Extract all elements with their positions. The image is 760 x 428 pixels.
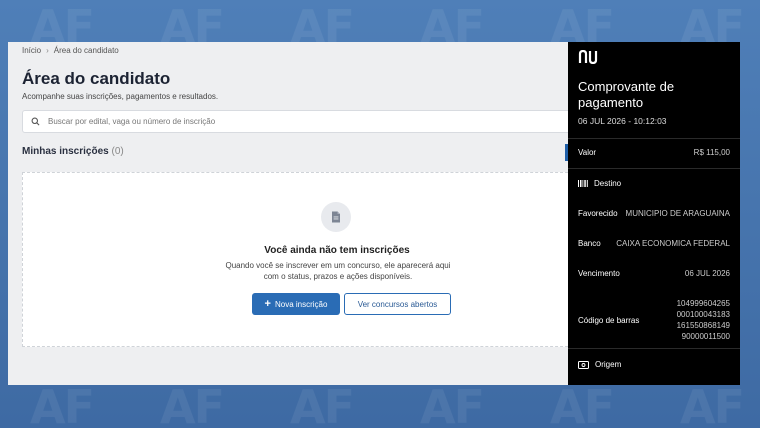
document-icon [321,202,351,232]
page-title: Área do candidato [22,69,171,88]
valor-value: R$ 115,00 [693,148,730,157]
watermark-logo: AF [420,380,485,428]
payment-receipt: Comprovante de pagamento 06 JUL 2026 - 1… [568,42,740,385]
vencimento-value: 06 JUL 2026 [684,269,730,278]
empty-desc-line: com o status, prazos e ações disponíveis… [263,272,413,281]
barcode-line: 104999604265 [676,299,730,308]
search-bar[interactable] [22,110,578,133]
breadcrumb-home[interactable]: Início [22,46,41,55]
divider [568,138,740,139]
section-title: Minhas inscrições (0) [22,146,124,157]
money-icon [578,360,589,369]
watermark-logo: AF [30,380,95,428]
favorecido-value: MUNICIPIO DE ARAGUAINA [625,209,730,218]
receipt-row-banco: Banco CAIXA ECONOMICA FEDERAL [578,239,730,248]
inscription-count: (0) [111,146,124,157]
empty-desc-line: Quando você se inscrever em um concurso,… [225,261,451,270]
receipt-row-valor: Valor R$ 115,00 [578,148,730,157]
new-inscription-button[interactable]: + Nova inscrição [252,293,340,315]
empty-state-title: Você ainda não tem inscrições [264,245,410,256]
barcode-value: 104999604265 000100043183 161550868149 9… [677,298,730,342]
barcode-line: 161550868149 [676,321,730,330]
origem-header: Origem [578,360,621,369]
chevron-right-icon: › [46,46,49,55]
watermark-logo: AF [160,380,225,428]
valor-label: Valor [578,148,597,157]
search-icon [31,117,40,126]
banco-value: CAIXA ECONOMICA FEDERAL [616,239,730,248]
receipt-row-favorecido: Favorecido MUNICIPIO DE ARAGUAINA [578,209,730,218]
barcode-line: 90000011500 [681,332,730,341]
destino-header: Destino [578,179,621,188]
divider [568,168,740,169]
favorecido-label: Favorecido [578,209,618,218]
watermark-logo: AF [680,380,745,428]
banco-label: Banco [578,239,601,248]
watermark-logo: AF [290,380,355,428]
search-input[interactable] [48,117,548,126]
breadcrumb: Início › Área do candidato [22,46,119,55]
plus-icon: + [264,297,271,310]
barcode-line: 000100043183 [676,310,730,319]
receipt-row-codigo: Código de barras 104999604265 0001000431… [578,298,730,342]
breadcrumb-current: Área do candidato [53,46,119,55]
empty-state-description: Quando você se inscrever em um concurso,… [213,260,463,282]
nubank-logo [578,49,602,69]
page-subtitle: Acompanhe suas inscrições, pagamentos e … [22,92,219,101]
codigo-label: Código de barras [578,315,640,325]
empty-state: Você ainda não tem inscrições Quando voc… [22,172,578,347]
origem-label: Origem [595,360,622,369]
section-title-text: Minhas inscrições [22,146,109,157]
candidate-area-panel: Início › Área do candidato Área do candi… [8,42,578,385]
destino-label: Destino [594,179,622,188]
watermark-logo: AF [550,380,615,428]
receipt-row-vencimento: Vencimento 06 JUL 2026 [578,269,730,278]
receipt-datetime: 06 JUL 2026 - 10:12:03 [578,116,667,126]
barcode-icon [578,180,588,187]
view-open-contests-button[interactable]: Ver concursos abertos [344,293,451,315]
new-inscription-label: Nova inscrição [274,299,328,309]
divider [568,348,740,349]
receipt-title: Comprovante de pagamento [578,79,675,110]
vencimento-label: Vencimento [578,269,620,278]
